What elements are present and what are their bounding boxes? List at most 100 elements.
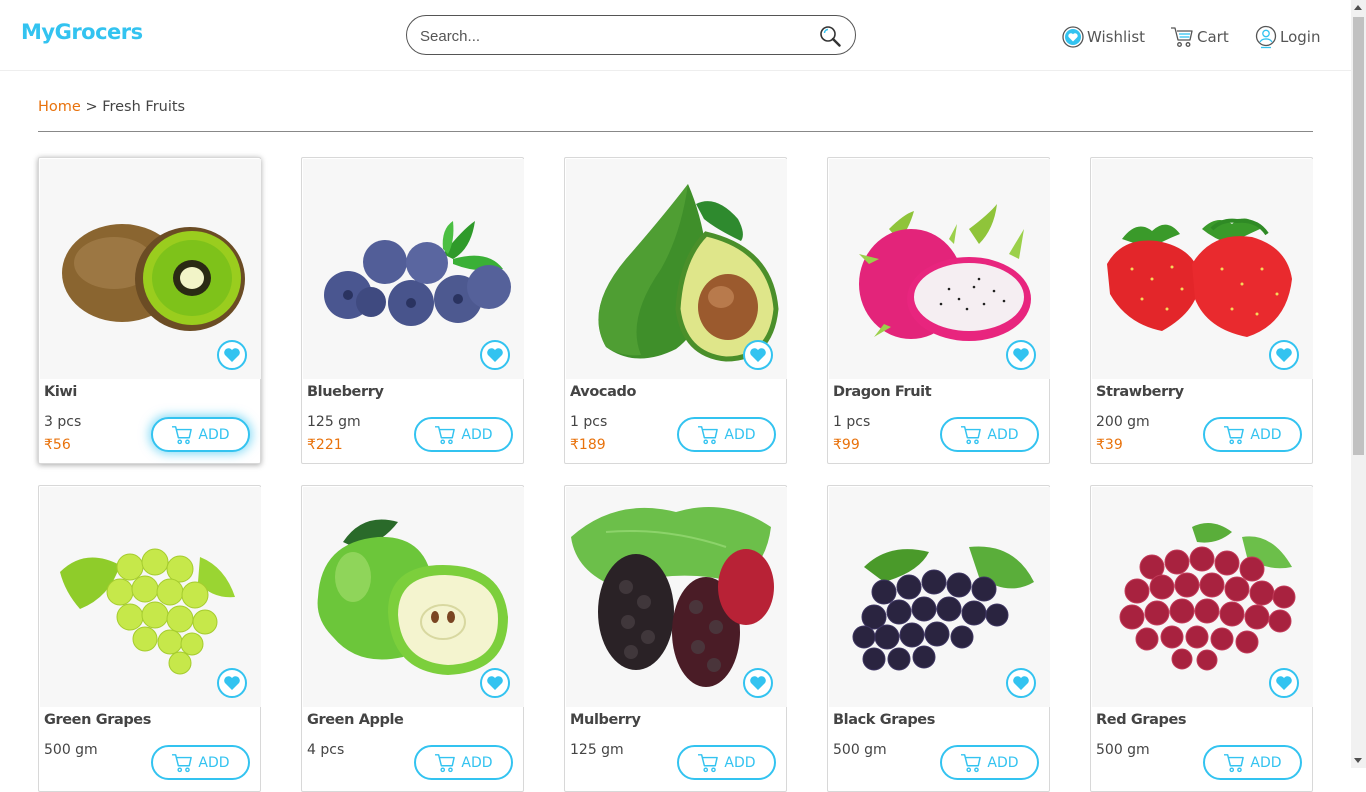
add-to-cart-button[interactable]: ADD [940,745,1039,780]
heart-icon [1013,348,1029,362]
product-quantity: 500 gm [833,742,887,758]
product-card[interactable]: Green Grapes 500 gm ADD [38,485,261,792]
product-name: Green Grapes [44,712,151,728]
cart-icon [1171,27,1193,47]
add-to-cart-button[interactable]: ADD [677,417,776,452]
nav-cart-label: Cart [1197,28,1229,46]
add-button-label: ADD [1250,754,1282,771]
breadcrumb-current: Fresh Fruits [102,99,186,115]
add-button-label: ADD [461,754,493,771]
wishlist-heart-button[interactable] [743,668,773,698]
product-price: ₹189 [570,437,606,453]
product-card[interactable]: Black Grapes 500 gm ADD [827,485,1050,792]
add-button-label: ADD [724,754,756,771]
add-to-cart-button[interactable]: ADD [1203,417,1302,452]
breadcrumb-separator: > [85,99,98,115]
cart-icon [961,753,982,772]
cart-icon [698,753,719,772]
search-input[interactable] [418,24,808,48]
product-name: Avocado [570,384,637,400]
product-quantity: 200 gm [1096,414,1150,430]
product-card[interactable]: Avocado 1 pcs ₹189 ADD [564,157,787,464]
product-quantity: 500 gm [1096,742,1150,758]
heart-icon [1276,348,1292,362]
add-to-cart-button[interactable]: ADD [414,417,513,452]
product-card[interactable]: Dragon Fruit 1 pcs ₹99 ADD [827,157,1050,464]
cart-icon [1224,753,1245,772]
search-bar [406,15,856,55]
product-price: ₹39 [1096,437,1123,453]
heart-icon [224,348,240,362]
product-card[interactable]: Green Apple 4 pcs ADD [301,485,524,792]
product-quantity: 3 pcs [44,414,82,430]
add-to-cart-button[interactable]: ADD [677,745,776,780]
add-to-cart-button[interactable]: ADD [1203,745,1302,780]
product-name: Black Grapes [833,712,935,728]
site-header: MyGrocers Wishlist Cart [0,0,1351,71]
product-price: ₹56 [44,437,71,453]
add-to-cart-button[interactable]: ADD [940,417,1039,452]
product-quantity: 4 pcs [307,742,345,758]
heart-icon [750,348,766,362]
scroll-down-arrow-icon[interactable] [1354,758,1362,763]
cart-icon [961,425,982,444]
cart-icon [698,425,719,444]
breadcrumb: Home > Fresh Fruits [38,99,185,115]
product-quantity: 500 gm [44,742,98,758]
divider [38,131,1313,132]
nav-cart[interactable]: Cart [1170,25,1229,49]
add-button-label: ADD [198,426,230,443]
wishlist-heart-button[interactable] [1269,668,1299,698]
breadcrumb-home[interactable]: Home [38,99,81,115]
product-card[interactable]: Kiwi 3 pcs ₹56 ADD [38,157,261,464]
heart-icon [1013,676,1029,690]
product-grid: Kiwi 3 pcs ₹56 ADD Blueberry 125 gm ₹221… [38,157,1313,792]
wishlist-heart-button[interactable] [743,340,773,370]
wishlist-heart-button[interactable] [1006,668,1036,698]
add-button-label: ADD [1250,426,1282,443]
scroll-thumb[interactable] [1353,17,1364,455]
product-name: Dragon Fruit [833,384,932,400]
product-name: Blueberry [307,384,384,400]
wishlist-heart-button[interactable] [217,668,247,698]
product-name: Kiwi [44,384,77,400]
wishlist-heart-button[interactable] [480,340,510,370]
product-price: ₹99 [833,437,860,453]
heart-icon [224,676,240,690]
add-to-cart-button[interactable]: ADD [414,745,513,780]
add-button-label: ADD [461,426,493,443]
product-quantity: 125 gm [307,414,361,430]
wishlist-heart-button[interactable] [1269,340,1299,370]
product-name: Red Grapes [1096,712,1187,728]
add-to-cart-button[interactable]: ADD [151,745,250,780]
add-button-label: ADD [987,426,1019,443]
product-card[interactable]: Red Grapes 500 gm ADD [1090,485,1313,792]
add-to-cart-button[interactable]: ADD [151,417,250,452]
add-button-label: ADD [198,754,230,771]
product-card[interactable]: Mulberry 125 gm ADD [564,485,787,792]
product-card[interactable]: Blueberry 125 gm ₹221 ADD [301,157,524,464]
heart-icon [1276,676,1292,690]
nav-wishlist[interactable]: Wishlist [1062,25,1145,49]
scroll-up-arrow-icon[interactable] [1354,5,1362,10]
nav-wishlist-label: Wishlist [1087,28,1146,46]
wishlist-heart-button[interactable] [480,668,510,698]
product-quantity: 1 pcs [833,414,871,430]
vertical-scrollbar[interactable] [1351,0,1366,768]
heart-icon [1062,26,1084,48]
heart-icon [487,676,503,690]
cart-icon [435,753,456,772]
site-logo[interactable]: MyGrocers [21,20,143,44]
product-name: Mulberry [570,712,641,728]
product-card[interactable]: Strawberry 200 gm ₹39 ADD [1090,157,1313,464]
cart-icon [1224,425,1245,444]
search-icon[interactable] [819,25,841,47]
wishlist-heart-button[interactable] [217,340,247,370]
product-quantity: 1 pcs [570,414,608,430]
nav-login[interactable]: Login [1255,25,1320,49]
cart-icon [435,425,456,444]
add-button-label: ADD [724,426,756,443]
add-button-label: ADD [987,754,1019,771]
user-icon [1255,25,1277,49]
wishlist-heart-button[interactable] [1006,340,1036,370]
